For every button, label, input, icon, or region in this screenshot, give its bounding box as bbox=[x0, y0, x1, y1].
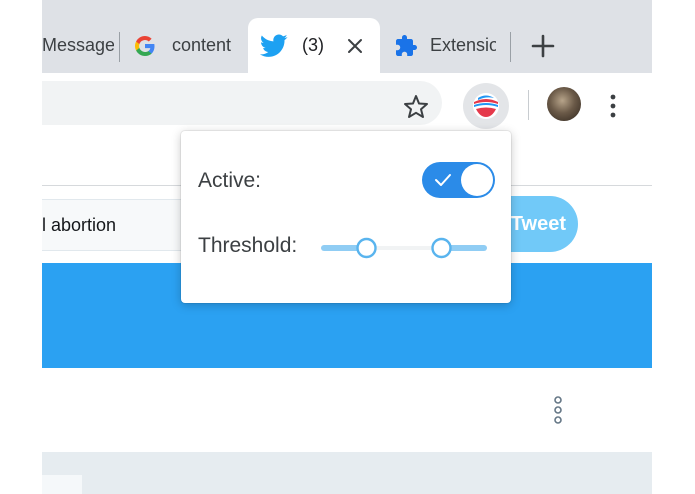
tab-divider bbox=[510, 32, 511, 62]
tab-google[interactable]: content bbox=[122, 18, 240, 73]
extension-popup: Active: Threshold: bbox=[181, 131, 511, 303]
tab-extensions[interactable]: Extensions bbox=[390, 18, 508, 73]
extension-logo-icon bbox=[473, 93, 499, 119]
profile-avatar[interactable] bbox=[547, 87, 581, 121]
tab-label: (3) bbox=[302, 35, 324, 55]
google-g-icon bbox=[135, 35, 155, 56]
content-card bbox=[42, 475, 82, 494]
tab-label: content bbox=[172, 35, 232, 55]
slider-handle-high[interactable] bbox=[431, 237, 452, 259]
extension-button[interactable] bbox=[463, 83, 509, 129]
more-options-icon[interactable] bbox=[553, 395, 563, 425]
active-label: Active: bbox=[198, 169, 262, 192]
tab-label: Extensions bbox=[430, 35, 496, 55]
threshold-range-slider[interactable] bbox=[321, 234, 487, 262]
chrome-menu-icon[interactable] bbox=[608, 92, 618, 120]
tweet-button-label: Tweet bbox=[510, 212, 566, 235]
puzzle-icon bbox=[396, 34, 417, 56]
new-tab-icon[interactable] bbox=[530, 33, 556, 59]
toggle-knob bbox=[461, 164, 493, 196]
close-icon[interactable] bbox=[346, 37, 364, 55]
twitter-bird-icon bbox=[260, 33, 288, 57]
slider-handle-low[interactable] bbox=[356, 237, 377, 259]
bookmark-star-icon[interactable] bbox=[402, 93, 430, 121]
toolbar-divider bbox=[528, 90, 529, 120]
tab-messages[interactable]: Messages bbox=[42, 18, 118, 73]
check-icon bbox=[435, 174, 451, 186]
active-toggle[interactable] bbox=[422, 162, 495, 198]
search-field[interactable]: l abortion bbox=[42, 199, 192, 251]
tab-divider bbox=[119, 32, 120, 62]
tab-twitter[interactable]: (3) bbox=[248, 18, 380, 73]
page-background bbox=[42, 452, 652, 494]
search-text: l abortion bbox=[42, 214, 117, 235]
address-bar[interactable] bbox=[42, 81, 442, 125]
tab-label: Messages bbox=[42, 35, 114, 55]
tab-strip: Messages content (3) Exte bbox=[42, 0, 652, 73]
threshold-label: Threshold: bbox=[198, 234, 298, 257]
